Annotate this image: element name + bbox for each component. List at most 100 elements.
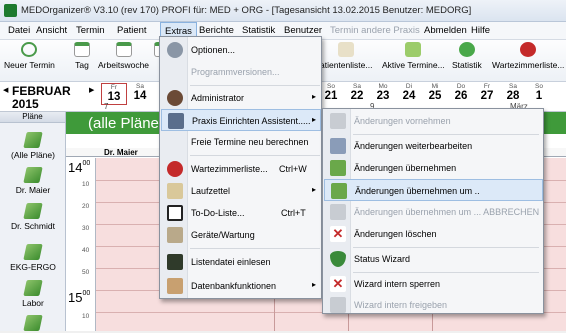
plans-header: Pläne — [0, 112, 65, 123]
day-cell[interactable]: Di 24 — [396, 83, 422, 103]
day-number: 26 — [454, 90, 468, 102]
delete-icon: ✕ — [330, 226, 346, 242]
plan-icon — [23, 244, 43, 260]
submenu-item-status-wizard[interactable]: Status Wizard — [324, 248, 543, 270]
new-appointment-icon — [21, 42, 38, 57]
submenu-item-aenderungen-vornehmen[interactable]: Änderungen vornehmen — [324, 110, 543, 132]
submenu-item-aenderungen-uebernehmen[interactable]: Änderungen übernehmen — [324, 157, 543, 179]
submenu-item-wizard-freigeben[interactable]: Wizard intern freigeben — [324, 294, 543, 316]
menu-ansicht[interactable]: Ansicht — [36, 25, 67, 36]
apply-icon — [330, 160, 346, 176]
workweek-view-button[interactable]: Arbeitswoche — [98, 42, 149, 70]
day-cell[interactable]: Do 26 — [448, 83, 474, 103]
plan-icon — [23, 203, 43, 219]
statistics-icon — [458, 42, 475, 57]
day-cell[interactable]: Sa 28 — [500, 83, 526, 103]
menu-item-listendatei-einlesen[interactable]: Listendatei einlesen — [161, 251, 321, 273]
cancel-apply-icon — [330, 204, 346, 220]
plan-item[interactable]: Dr. Schmidt — [0, 203, 66, 231]
day-cell[interactable]: Mo 23 — [370, 83, 396, 103]
submenu-item-aenderungen-uebernehmen-um[interactable]: Änderungen übernehmen um .. — [324, 179, 543, 201]
menu-statistik[interactable]: Statistik — [242, 25, 275, 36]
day-name: Sa — [136, 83, 144, 90]
menu-termin-andere-praxis[interactable]: Termin andere Praxis — [330, 25, 420, 36]
patient-list-button[interactable]: atientenliste... — [320, 42, 372, 70]
menu-benutzer[interactable]: Benutzer — [284, 25, 322, 36]
day-cell[interactable]: Sa 14 — [127, 83, 153, 103]
hour-label: 1500 — [68, 290, 91, 305]
app-icon — [4, 4, 17, 17]
menu-item-praxis-einrichten-assistent[interactable]: Praxis Einrichten Assistent..... ▸ — [161, 109, 321, 131]
window-title: MEDOrganizer® V3.10 (rev 170) PROFI für:… — [21, 5, 472, 16]
day-number: 14 — [133, 90, 147, 102]
extras-menu: Optionen... Programmversionen... Adminis… — [159, 36, 322, 299]
menu-item-wartezimmerliste[interactable]: Wartezimmerliste... Ctrl+W — [161, 158, 321, 180]
minute-label: 10 — [82, 181, 90, 188]
day-cell[interactable]: Fr 27 — [474, 83, 500, 103]
day-cell[interactable]: Sa 22 — [344, 83, 370, 103]
day-cell[interactable]: So 1 — [526, 83, 552, 103]
menu-item-optionen[interactable]: Optionen... — [161, 39, 321, 61]
submenu-item-abbrechen[interactable]: Änderungen übernehmen um ... ABBRECHEN — [324, 201, 543, 223]
submenu-item-aenderungen-weiterbearbeiten[interactable]: Änderungen weiterbearbeiten — [324, 135, 543, 157]
next-month-arrow-icon[interactable]: ▶ — [89, 86, 94, 94]
menu-item-geraete-wartung[interactable]: Geräte/Wartung — [161, 224, 321, 246]
day-cell[interactable]: Mi 25 — [422, 83, 448, 103]
lock-icon: ✕ — [330, 276, 346, 292]
wizard-submenu: Änderungen vornehmen Änderungen weiterbe… — [322, 108, 544, 314]
waiting-room-button[interactable]: Wartezimmerliste... — [492, 42, 564, 70]
menu-item-administrator[interactable]: Administrator ▸ — [161, 87, 321, 109]
minute-label: 50 — [82, 269, 90, 276]
menu-termin[interactable]: Termin — [76, 25, 105, 36]
menu-berichte[interactable]: Berichte — [199, 25, 234, 36]
day-number: 22 — [350, 90, 364, 102]
new-appointment-button[interactable]: Neuer Termin — [4, 42, 55, 70]
plan-item[interactable]: EKG-ERGO — [0, 244, 66, 272]
plan-item[interactable]: Dr. Maier — [0, 167, 66, 195]
hour-label: 1400 — [68, 160, 91, 175]
menu-item-todo-liste[interactable]: To-Do-Liste... Ctrl+T — [161, 202, 321, 224]
day-view-button[interactable]: Tag — [74, 42, 90, 70]
day-number: 24 — [402, 90, 416, 102]
submenu-arrow-icon: ▸ — [312, 185, 317, 194]
todo-icon — [167, 205, 183, 221]
menu-item-freie-termine[interactable]: Freie Termine neu berechnen — [161, 131, 321, 153]
day-name: So — [535, 83, 543, 90]
shortcut-label: Ctrl+W — [279, 164, 307, 174]
plan-icon — [23, 132, 43, 148]
day-number: 25 — [428, 90, 442, 102]
submenu-item-aenderungen-loeschen[interactable]: ✕ Änderungen löschen — [324, 223, 543, 245]
routing-slip-icon — [167, 183, 183, 199]
menu-hilfe[interactable]: Hilfe — [471, 25, 490, 36]
week-number: 7 — [104, 102, 109, 111]
submenu-item-wizard-sperren[interactable]: ✕ Wizard intern sperren — [324, 273, 543, 295]
day-name: Sa — [353, 83, 361, 90]
submenu-arrow-icon: ▸ — [312, 280, 317, 289]
menu-item-programmversionen[interactable]: Programmversionen... — [161, 61, 321, 83]
plan-icon — [0, 315, 66, 333]
active-appointments-button[interactable]: Aktive Termine... — [382, 42, 445, 70]
day-name: Mo — [378, 83, 388, 90]
plan-icon — [23, 315, 43, 331]
menu-separator — [190, 85, 320, 86]
statistics-button[interactable]: Statistik — [452, 42, 482, 70]
plan-item[interactable]: (Alle Pläne) — [0, 132, 66, 160]
import-icon — [167, 254, 183, 270]
calendar-week-icon — [115, 42, 132, 57]
menu-abmelden[interactable]: Abmelden — [424, 25, 467, 36]
admin-icon — [167, 90, 183, 106]
day-name: Do — [456, 83, 466, 90]
plan-item[interactable]: Labor — [0, 280, 66, 308]
menu-item-laufzettel[interactable]: Laufzettel ▸ — [161, 180, 321, 202]
calendar-day-icon — [74, 42, 90, 57]
day-name: Fr — [483, 83, 491, 90]
menu-item-datenbankfunktionen[interactable]: Datenbankfunktionen ▸ — [161, 275, 321, 297]
menu-separator — [190, 248, 320, 249]
column-header-label: Dr. Maier — [104, 148, 138, 157]
title-bar: MEDOrganizer® V3.10 (rev 170) PROFI für:… — [0, 0, 566, 22]
submenu-arrow-icon: ▸ — [312, 92, 317, 101]
menu-datei[interactable]: Datei — [8, 25, 30, 36]
menu-patient[interactable]: Patient — [117, 25, 147, 36]
day-name: Sa — [509, 83, 517, 90]
prev-month-arrow-icon[interactable]: ◀ — [3, 86, 8, 94]
